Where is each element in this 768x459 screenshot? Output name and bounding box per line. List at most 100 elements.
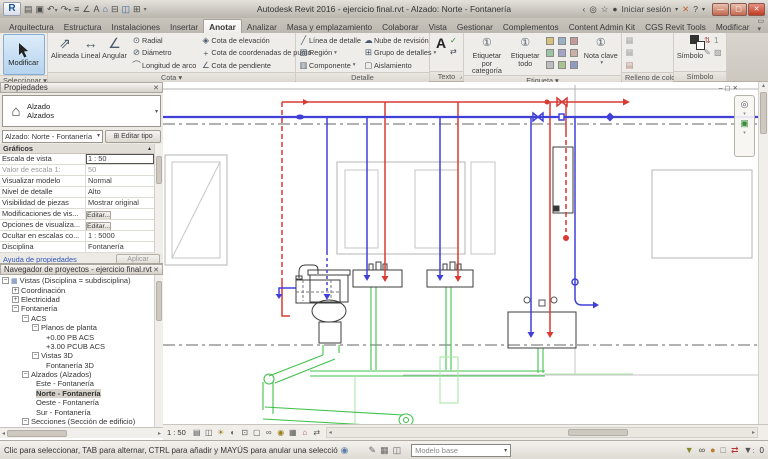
tag-tool-icon[interactable] <box>546 37 554 45</box>
tab-content-admin-kit[interactable]: Content Admin Kit <box>564 20 640 33</box>
tab-complementos[interactable]: Complementos <box>498 20 564 33</box>
close-button[interactable]: ✕ <box>748 3 765 16</box>
help-icon[interactable]: ? <box>693 4 698 14</box>
text-icon[interactable]: A <box>94 4 100 14</box>
design-options-select[interactable]: Modelo base▾ <box>411 444 511 457</box>
restore-button[interactable]: ▢ <box>730 3 747 16</box>
crop-view-icon[interactable]: ⊡ <box>240 428 250 437</box>
detail-level-icon[interactable]: ▤ <box>192 428 202 437</box>
find-replace-icon[interactable]: ⇄ <box>450 47 457 56</box>
steering-wheel-icon[interactable]: ◎ <box>741 99 749 110</box>
aligned-dimension-button[interactable]: ⇗Alineada <box>50 34 80 60</box>
detail-group-button[interactable]: ⊞Grupo de detalles▾ <box>363 47 436 60</box>
drawing-area[interactable]: ‒▢✕ ◎ ▾ ▣ ▾ ▴ 1 : 50 ▤ ◫ ☀ ◐ ⊡ ▢ ∞ <box>163 82 768 440</box>
tag-tool-icon[interactable] <box>558 37 566 45</box>
duct-legend-button[interactable]: ▦ <box>624 34 635 47</box>
filter-icon[interactable]: ▼: <box>744 445 755 455</box>
design-options-dropdown-icon[interactable]: ▾ <box>504 447 507 454</box>
edit-display-options-button[interactable]: Editar... <box>86 222 111 230</box>
component-button[interactable]: ▥Componente▾ <box>298 59 361 72</box>
search-icon[interactable]: ◎ <box>589 4 596 15</box>
collapse-icon[interactable]: − <box>22 315 29 322</box>
switch-windows-icon[interactable]: ⊞ <box>133 4 141 15</box>
open-icon[interactable]: ▤ <box>24 4 33 15</box>
collapse-icon[interactable]: − <box>12 305 19 312</box>
undo-icon[interactable]: ↶▾ <box>47 4 58 15</box>
browser-hscrollbar[interactable]: ◂▸ <box>0 427 163 438</box>
tab-masa-emplazamiento[interactable]: Masa y emplazamiento <box>282 20 377 33</box>
color-fill-legend-button[interactable]: ▤ <box>624 59 635 72</box>
tab-instalaciones[interactable]: Instalaciones <box>107 20 165 33</box>
edit-type-button[interactable]: ⊞ Editar tipo <box>105 130 161 143</box>
editable-only-icon[interactable]: ✎ <box>369 445 377 456</box>
panel-label-simbolo[interactable]: Símbolo <box>674 71 726 81</box>
ribbon-display-toggle-icon[interactable]: ▭ ▾ <box>758 17 768 33</box>
reveal-hidden-icon[interactable]: ◉ <box>276 428 286 437</box>
combo-dropdown-icon[interactable]: ▾ <box>97 131 100 142</box>
sign-in-label[interactable]: Iniciar sesión <box>622 4 672 14</box>
tag-by-category-button[interactable]: ①Etiquetar por categoría <box>466 34 508 75</box>
tree-item-vistas[interactable]: −▦Vistas (Disciplina = subdisciplina) <box>0 276 163 285</box>
detail-line-button[interactable]: ╱Línea de detalle <box>298 34 361 47</box>
type-selector[interactable]: ⌂ AlzadoAlzados ▾ <box>2 95 161 127</box>
print-icon[interactable]: ≡ <box>74 4 79 14</box>
dialog-launcher-icon[interactable]: ⌟ <box>459 73 462 80</box>
collapse-infocenter-icon[interactable]: ‹ <box>582 4 585 14</box>
shadows-icon[interactable]: ◐ <box>228 428 238 437</box>
tab-modificar[interactable]: Modificar <box>711 20 755 33</box>
symbol-button[interactable]: Símbolo <box>676 34 704 60</box>
tag-tool-icon[interactable] <box>570 37 578 45</box>
exchange-apps-icon[interactable]: ✕ <box>682 4 689 15</box>
spot-slope-button[interactable]: ∠Cota de pendiente <box>200 59 311 72</box>
help-dropdown-icon[interactable]: ▾ <box>702 6 705 13</box>
edit-in-place-icon[interactable]: ∞ <box>699 445 705 455</box>
scroll-right-icon[interactable]: ▸ <box>752 429 755 436</box>
hide-at-scales-field[interactable]: 1 : 5000 <box>86 231 154 241</box>
tab-analizar[interactable]: Analizar <box>242 20 282 33</box>
close-browser-icon[interactable]: ✕ <box>153 266 159 274</box>
properties-header[interactable]: Propiedades ✕ <box>0 82 163 93</box>
spot-coordinate-button[interactable]: +Cota de coordenadas de punto <box>200 47 311 60</box>
tab-gestionar[interactable]: Gestionar <box>452 20 498 33</box>
favorites-icon[interactable]: ☆ <box>601 4 609 15</box>
tab-anotar[interactable]: Anotar <box>203 19 242 33</box>
tag-tool-icon[interactable] <box>546 61 554 69</box>
minimize-button[interactable]: — <box>712 3 729 16</box>
scroll-left-icon[interactable]: ◂ <box>2 430 5 437</box>
tree-item-pcub-acs[interactable]: +3.00 PCUB ACS <box>0 342 163 351</box>
canvas-hscrollbar[interactable]: ◂▸ <box>326 427 758 438</box>
user-icon[interactable]: ● <box>612 4 617 14</box>
tree-item-acs[interactable]: −ACS <box>0 314 163 323</box>
radial-dimension-button[interactable]: ⊙Radial <box>131 34 196 47</box>
worksets-icon[interactable]: ▦ <box>380 445 389 456</box>
reveal-constraints-icon[interactable]: ⇄ <box>312 428 322 437</box>
arc-length-dimension-button[interactable]: ⌒Longitud de arco <box>131 59 196 72</box>
tree-item-secciones[interactable]: −Secciones (Sección de edificio) <box>0 417 163 426</box>
sign-in-dropdown-icon[interactable]: ▾ <box>675 6 678 13</box>
show-crop-icon[interactable]: ▢ <box>252 428 262 437</box>
tag-tool-icon[interactable] <box>546 49 554 57</box>
tree-item-vistas-3d[interactable]: −Vistas 3D <box>0 351 163 360</box>
elevation-drawing[interactable] <box>163 82 758 424</box>
exclude-options-icon[interactable]: ▼ <box>685 445 694 455</box>
tree-item-planos-planta[interactable]: −Planos de planta <box>0 323 163 332</box>
properties-scrollbar[interactable] <box>154 144 163 253</box>
browser-vscrollbar[interactable] <box>154 275 163 427</box>
panel-label-detalle[interactable]: Detalle <box>296 72 429 82</box>
default-3d-view-icon[interactable]: ⌂ <box>103 4 108 14</box>
qat-customize-icon[interactable]: ▾ <box>144 6 147 13</box>
scale-value-field[interactable]: 1 : 50 <box>86 154 154 164</box>
spot-elevation-button[interactable]: ◈Cota de elevación <box>200 34 311 47</box>
panel-label-cota[interactable]: Cota ▾ <box>48 72 295 82</box>
view-properties-icon[interactable]: ▦ <box>288 428 298 437</box>
edit-visibility-button[interactable]: Editar... <box>86 211 111 219</box>
collapse-icon[interactable]: − <box>22 418 29 425</box>
hide-isolate-icon[interactable]: ∞ <box>264 428 274 437</box>
collapse-icon[interactable]: − <box>32 352 39 359</box>
drag-elements-icon[interactable]: ⇄ <box>731 445 739 456</box>
tree-item-este[interactable]: Este - Fontanería <box>0 379 163 388</box>
diameter-dimension-button[interactable]: ⊘Diámetro <box>131 47 196 60</box>
close-properties-icon[interactable]: ✕ <box>153 84 159 92</box>
redo-icon[interactable]: ↷▾ <box>61 4 72 15</box>
section-graficos[interactable]: Gráficos▴ <box>0 144 154 154</box>
